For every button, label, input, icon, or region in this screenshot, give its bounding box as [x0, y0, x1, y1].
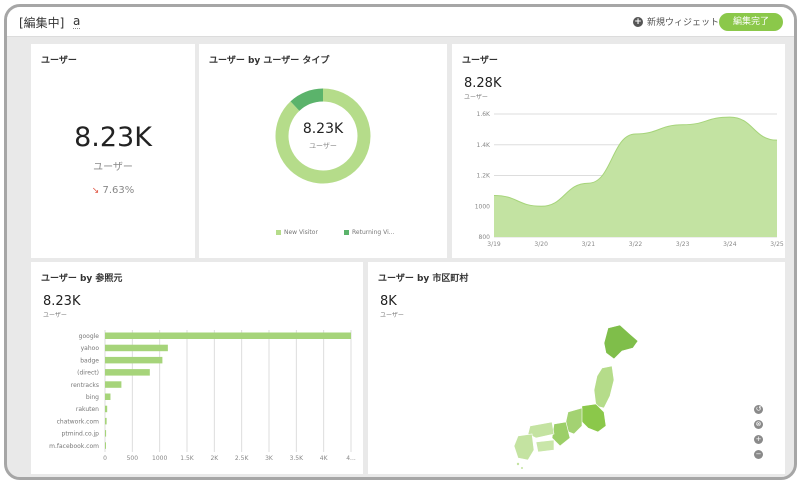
y-tick-label: 1.2K	[477, 173, 492, 180]
down-arrow-icon: ↘	[91, 186, 100, 196]
category-label: m.facebook.com	[49, 443, 99, 450]
area-fill	[494, 117, 777, 237]
donut-label: ユーザー	[309, 142, 337, 150]
top-bar: [編集中] a + 新規ウィジェット 編集完了	[7, 7, 794, 37]
bar[interactable]	[105, 369, 150, 376]
y-tick-label: 1.6K	[477, 111, 492, 118]
legend-item-returning: Returning Vi...	[344, 229, 394, 236]
bar[interactable]	[105, 381, 122, 388]
y-tick-label: 800	[479, 234, 491, 241]
category-label: rentracks	[71, 382, 99, 389]
x-tick-label: 3/22	[629, 241, 643, 248]
bar[interactable]	[105, 356, 163, 364]
city-widget[interactable]: ユーザー by 市区町村 8K ユーザー ↺ ⊗ + −	[368, 262, 785, 474]
x-tick-label: 0	[103, 455, 107, 462]
x-tick-label: 4...	[346, 455, 356, 462]
category-label: chatwork.com	[57, 418, 100, 425]
x-tick-label: 2.5K	[235, 455, 250, 462]
legend-item-new: New Visitor	[276, 229, 318, 236]
users-label: ユーザー	[93, 162, 133, 173]
bar[interactable]	[105, 332, 351, 340]
category-label: google	[79, 333, 100, 340]
bar[interactable]	[105, 344, 168, 352]
x-tick-label: 3/25	[770, 241, 784, 248]
bar[interactable]	[105, 417, 107, 425]
legend-swatch	[344, 230, 349, 235]
dashboard-frame: [編集中] a + 新規ウィジェット 編集完了 ユーザー 8.23K ユーザー …	[4, 4, 797, 480]
x-tick-label: 3/23	[676, 241, 690, 248]
category-label: (direct)	[77, 370, 99, 377]
x-tick-label: 3/19	[487, 241, 501, 248]
category-label: rakuten	[76, 406, 99, 413]
finish-editing-button[interactable]: 編集完了	[719, 13, 783, 31]
map-region-tohoku	[593, 365, 615, 409]
category-label: ptmind.co.jp	[62, 431, 100, 438]
map-region-hokkaido	[603, 324, 639, 360]
category-label: bing	[86, 394, 99, 401]
widget-title: ユーザー	[41, 56, 77, 66]
zoom-in-icon[interactable]: +	[754, 435, 763, 444]
x-tick-label: 3/21	[582, 241, 596, 248]
users-trend-widget[interactable]: ユーザー 8.28K ユーザー 800 1000 1.2K 1.4K 1.6K 3/19 3…	[452, 44, 785, 258]
legend-label: New Visitor	[284, 229, 318, 236]
bar[interactable]	[105, 442, 106, 449]
dashboard-name-input[interactable]: a	[73, 14, 81, 29]
x-tick-label: 1000	[152, 455, 167, 462]
x-tick-label: 500	[127, 455, 139, 462]
x-tick-label: 3.5K	[290, 455, 305, 462]
y-tick-label: 1.4K	[477, 142, 492, 149]
add-widget-button[interactable]: + 新規ウィジェット	[633, 15, 719, 28]
users-value: 8.23K	[74, 122, 152, 153]
area-chart: 800 1000 1.2K 1.4K 1.6K 3/19 3/20 3/21 3/22 3/23 3…	[475, 111, 784, 248]
map-region-shikoku	[535, 439, 555, 453]
edit-mode-label: [編集中]	[19, 16, 65, 30]
category-label: badge	[80, 357, 99, 364]
map-region-kyushu	[513, 433, 535, 461]
x-tick-label: 4K	[320, 455, 329, 462]
donut-slice-1[interactable]	[290, 88, 324, 112]
zoom-out-icon[interactable]: −	[754, 450, 763, 459]
bar[interactable]	[105, 430, 107, 437]
x-tick-label: 2K	[210, 455, 219, 462]
plus-circle-icon: +	[633, 16, 643, 27]
x-tick-label: 3K	[265, 455, 274, 462]
donut-chart	[275, 88, 371, 184]
users-change: ↘ 7.63%	[31, 185, 195, 196]
add-widget-label: 新規ウィジェット	[647, 18, 720, 28]
category-label: yahoo	[81, 345, 100, 352]
x-tick-label: 3/20	[534, 241, 548, 248]
referrer-widget[interactable]: ユーザー by 参照元 8.23K ユーザー 0 500 1000 1.5K 2K 2.5…	[31, 262, 363, 474]
bar-chart: 0 500 1000 1.5K 2K 2.5K 3K 3.5K 4K 4... google yaho…	[49, 330, 356, 462]
donut-value: 8.23K	[302, 121, 344, 137]
bar[interactable]	[105, 405, 108, 413]
x-tick-label: 3/24	[723, 241, 737, 248]
map-region-kanto	[579, 403, 607, 433]
user-type-widget[interactable]: ユーザー by ユーザー タイプ 8.23K ユーザー New Visitor …	[199, 44, 447, 258]
map-reset-icon[interactable]: ↺	[754, 405, 763, 414]
map-center-icon[interactable]: ⊗	[754, 420, 763, 429]
users-change-value: 7.63%	[102, 185, 135, 196]
legend-swatch	[276, 230, 281, 235]
y-tick-label: 1000	[475, 203, 490, 210]
japan-map[interactable]	[368, 262, 785, 474]
x-tick-label: 1.5K	[180, 455, 195, 462]
legend-label: Returning Vi...	[352, 229, 395, 236]
bar[interactable]	[105, 393, 111, 401]
users-widget[interactable]: ユーザー 8.23K ユーザー ↘ 7.63%	[31, 44, 195, 258]
